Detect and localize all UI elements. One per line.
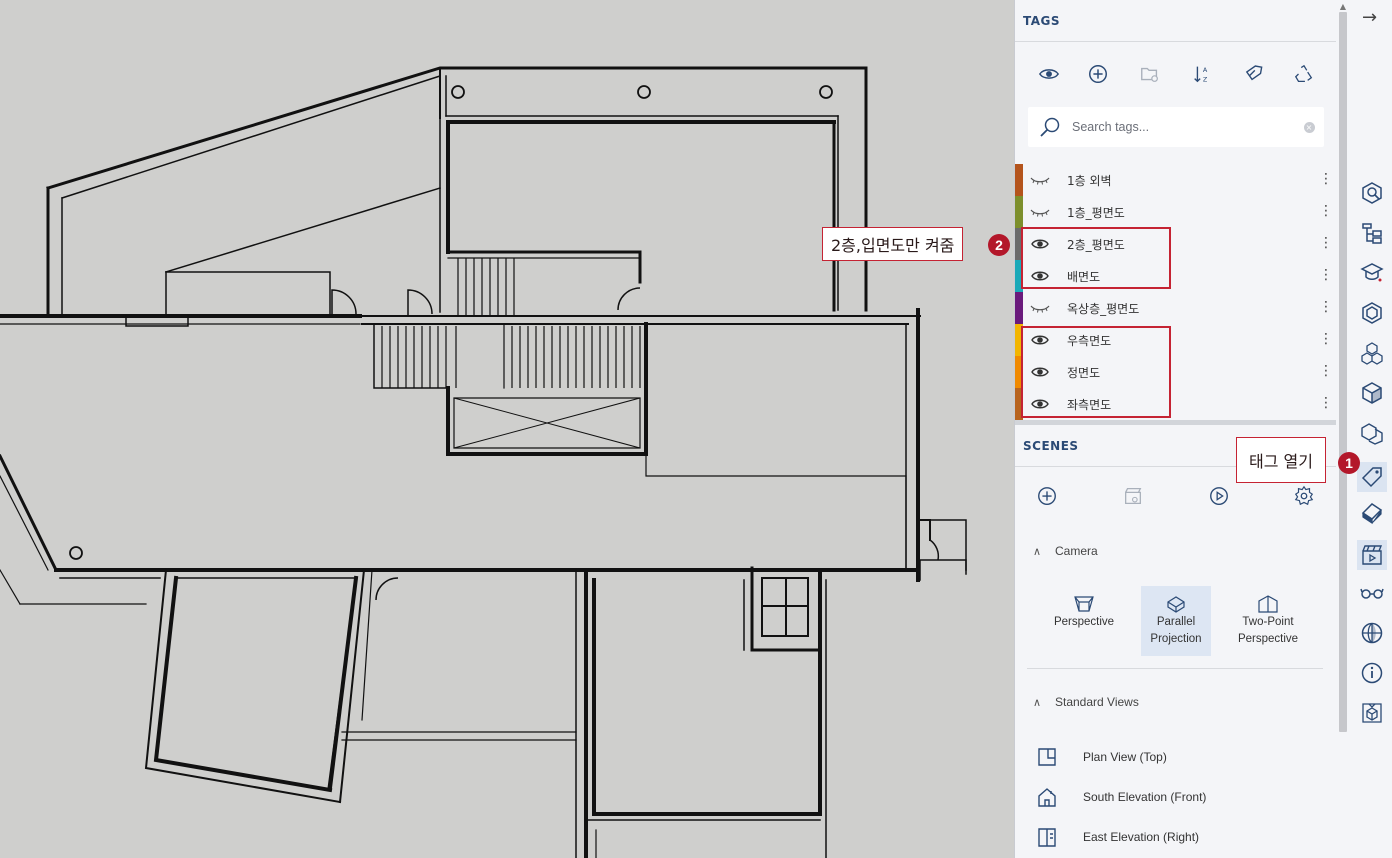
callout-2-label: 2층,입면도만 켜줌 <box>822 227 964 261</box>
display-icon[interactable] <box>1357 578 1387 608</box>
camera-section-toggle[interactable]: ∧ Camera <box>1033 544 1098 558</box>
east-elevation-icon <box>1033 826 1061 848</box>
3d-warehouse-icon[interactable] <box>1357 698 1387 728</box>
eye-closed-icon[interactable] <box>1030 300 1050 316</box>
scene-thumbnail-icon[interactable] <box>1121 484 1145 508</box>
geo-location-icon[interactable] <box>1357 618 1387 648</box>
eye-icon[interactable] <box>1037 62 1061 86</box>
tag-search-box: × <box>1028 107 1324 147</box>
scroll-up-icon[interactable]: ▲ <box>1338 2 1348 12</box>
entity-info-icon[interactable] <box>1357 178 1387 208</box>
collapse-tray-icon[interactable]: → <box>1362 9 1384 28</box>
search-icon <box>1028 107 1072 147</box>
sort-az-icon[interactable]: AZ <box>1190 62 1214 86</box>
more-options-icon[interactable]: ⋮ <box>1319 298 1333 318</box>
tag-color-swatch[interactable] <box>1015 292 1023 324</box>
tag-row[interactable]: 옥상층_평면도 ⋮ <box>1015 292 1337 324</box>
standard-view-label: East Elevation (Right) <box>1083 830 1200 844</box>
tags-icon[interactable] <box>1357 462 1387 492</box>
standard-view-east-right[interactable]: East Elevation (Right) <box>1033 824 1199 850</box>
camera-option-two-point-perspective[interactable]: Two-Point Perspective <box>1233 586 1303 656</box>
tags-toolbar: AZ <box>1015 52 1337 96</box>
scrollbar-thumb[interactable] <box>1339 12 1347 732</box>
add-icon[interactable] <box>1086 62 1110 86</box>
parallel-projection-icon <box>1141 586 1211 614</box>
callout-box-elevation-tags <box>1021 326 1171 418</box>
play-icon[interactable] <box>1207 484 1231 508</box>
eye-closed-icon[interactable] <box>1030 204 1050 220</box>
svg-text:A: A <box>1203 66 1208 74</box>
more-options-icon[interactable]: ⋮ <box>1319 170 1333 190</box>
purge-icon[interactable] <box>1292 62 1316 86</box>
camera-option-label: Two-Point <box>1242 616 1294 628</box>
standard-view-south-front[interactable]: South Elevation (Front) <box>1033 784 1206 810</box>
camera-option-parallel-projection[interactable]: Parallel Projection <box>1141 586 1211 656</box>
folder-icon[interactable] <box>1138 62 1162 86</box>
soften-edges-icon[interactable] <box>1357 498 1387 528</box>
tags-header[interactable]: TAGS <box>1015 0 1337 42</box>
model-info-icon[interactable] <box>1357 658 1387 688</box>
components-icon[interactable] <box>1357 298 1387 328</box>
more-options-icon[interactable]: ⋮ <box>1319 202 1333 222</box>
perspective-icon <box>1049 586 1119 614</box>
more-options-icon[interactable]: ⋮ <box>1319 266 1333 286</box>
tag-name: 1층 외벽 <box>1067 174 1112 188</box>
default-tray-panel: TAGS AZ × <box>1014 0 1337 858</box>
tag-name: 1층_평면도 <box>1067 206 1125 220</box>
camera-option-label-2: Projection <box>1150 633 1202 645</box>
standard-view-label: South Elevation (Front) <box>1083 790 1207 804</box>
standard-view-label: Plan View (Top) <box>1083 750 1167 764</box>
instructor-icon[interactable] <box>1357 258 1387 288</box>
svg-text:Z: Z <box>1203 75 1208 83</box>
sketchup-window: TAGS AZ × <box>0 0 1392 858</box>
materials-icon[interactable] <box>1357 338 1387 368</box>
solid-tools-icon[interactable] <box>1357 418 1387 448</box>
tag-paint-icon[interactable] <box>1241 62 1265 86</box>
standard-views-heading: Standard Views <box>1055 695 1139 709</box>
model-viewport[interactable] <box>0 0 1014 858</box>
callout-1-number: 1 <box>1338 452 1360 474</box>
standard-view-plan-top[interactable]: Plan View (Top) <box>1033 744 1167 770</box>
clear-search-icon[interactable]: × <box>1294 107 1324 147</box>
eye-closed-icon[interactable] <box>1030 172 1050 188</box>
section-divider <box>1027 668 1323 669</box>
tag-color-swatch[interactable] <box>1015 196 1023 228</box>
search-tags-input[interactable] <box>1072 120 1294 134</box>
more-options-icon[interactable]: ⋮ <box>1319 394 1333 414</box>
tag-row[interactable]: 1층_평면도 ⋮ <box>1015 196 1337 228</box>
styles-icon[interactable] <box>1357 378 1387 408</box>
tag-color-swatch[interactable] <box>1015 164 1023 196</box>
callout-box-2nd-floor-tags <box>1021 227 1171 289</box>
camera-option-label-2: Perspective <box>1237 633 1299 645</box>
add-scene-icon[interactable] <box>1035 484 1059 508</box>
more-options-icon[interactable]: ⋮ <box>1319 234 1333 254</box>
outliner-icon[interactable] <box>1357 218 1387 248</box>
chevron-up-icon: ∧ <box>1033 696 1042 709</box>
standard-views-section-toggle[interactable]: ∧ Standard Views <box>1033 695 1139 709</box>
callout-1-label: 태그 열기 <box>1236 437 1326 483</box>
settings-icon[interactable] <box>1292 484 1316 508</box>
plan-view-icon <box>1033 746 1061 768</box>
south-elevation-icon <box>1033 786 1061 808</box>
scenes-icon[interactable] <box>1357 540 1387 570</box>
tag-row[interactable]: 1층 외벽 ⋮ <box>1015 164 1337 196</box>
camera-option-label: Parallel <box>1156 616 1196 628</box>
callout-2-number: 2 <box>988 234 1010 256</box>
chevron-up-icon: ∧ <box>1033 545 1042 558</box>
camera-option-perspective[interactable]: Perspective <box>1049 586 1119 656</box>
two-point-perspective-icon <box>1233 586 1303 614</box>
more-options-icon[interactable]: ⋮ <box>1319 362 1333 382</box>
floor-plan-drawing <box>0 66 967 858</box>
tag-name: 옥상층_평면도 <box>1067 302 1140 316</box>
camera-option-label: Perspective <box>1053 616 1115 628</box>
camera-heading: Camera <box>1055 544 1098 558</box>
more-options-icon[interactable]: ⋮ <box>1319 330 1333 350</box>
